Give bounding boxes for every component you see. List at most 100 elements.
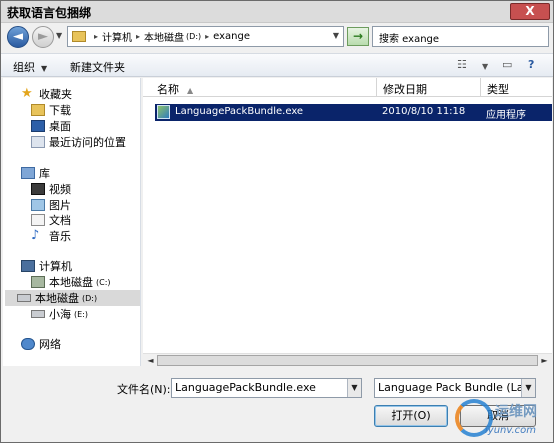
sidebar-item-drive-d[interactable]: 本地磁盘 (D:) xyxy=(5,290,140,306)
file-type-select[interactable]: Language Pack Bundle (Lang ▼ xyxy=(374,378,536,398)
scroll-right-icon[interactable]: ► xyxy=(539,355,550,366)
drive-letter: (C:) xyxy=(96,277,111,287)
file-list: 名称 ▲ 修改日期 类型 LanguagePackBundle.exe 2010/… xyxy=(143,78,552,366)
column-label: 名称 xyxy=(157,83,179,96)
sidebar-item-favorites[interactable]: ★ 收藏夹 xyxy=(21,86,72,102)
computer-icon xyxy=(21,260,35,272)
file-row-selected[interactable]: LanguagePackBundle.exe 2010/8/10 11:18 应… xyxy=(155,104,552,121)
drive-letter: (D:) xyxy=(82,293,98,303)
chevron-down-icon[interactable]: ▼ xyxy=(521,379,535,397)
file-name: LanguagePackBundle.exe xyxy=(175,106,304,117)
window-title: 获取语言包捆绑 xyxy=(7,6,92,20)
horizontal-scrollbar[interactable]: ◄ ► xyxy=(143,353,552,367)
sidebar-item-computer[interactable]: 计算机 xyxy=(21,258,72,274)
sidebar-item-recent-places[interactable]: 最近访问的位置 xyxy=(31,134,126,150)
refresh-button[interactable]: → xyxy=(347,27,369,46)
chevron-down-icon[interactable]: ▼ xyxy=(347,379,361,397)
sidebar-item-label: 桌面 xyxy=(49,120,71,133)
sidebar-item-downloads[interactable]: 下载 xyxy=(31,102,71,118)
sidebar-item-network[interactable]: 网络 xyxy=(21,336,61,352)
new-folder-button[interactable]: 新建文件夹 xyxy=(70,59,125,75)
column-divider[interactable] xyxy=(480,78,481,97)
recent-places-icon xyxy=(31,136,45,148)
breadcrumb-drive-letter[interactable]: (D:) xyxy=(186,32,201,41)
watermark-logo: 运维网 iyunv.com xyxy=(455,397,554,444)
sidebar-item-videos[interactable]: 视频 xyxy=(31,181,71,197)
open-button[interactable]: 打开(O) xyxy=(374,405,448,427)
scroll-left-icon[interactable]: ◄ xyxy=(145,355,156,366)
navigation-pane: ★ 收藏夹 下载 桌面 最近访问的位置 库 视频 图片 文档 ♪ 音乐 计算机 … xyxy=(3,78,141,366)
title-bar[interactable]: 获取语言包捆绑 X xyxy=(1,1,553,23)
breadcrumb-separator[interactable]: ▸ xyxy=(136,32,140,41)
filename-input[interactable]: LanguagePackBundle.exe ▼ xyxy=(171,378,362,398)
star-icon: ★ xyxy=(21,86,33,101)
sidebar-item-label: 计算机 xyxy=(39,260,72,273)
sidebar-item-label: 收藏夹 xyxy=(39,88,72,101)
column-header-name[interactable]: 名称 ▲ xyxy=(157,81,193,97)
document-icon xyxy=(31,214,45,226)
organize-menu-button[interactable]: 组织 ▼ xyxy=(13,59,47,75)
sidebar-item-desktop[interactable]: 桌面 xyxy=(31,118,71,134)
downloads-folder-icon xyxy=(31,104,45,116)
sidebar-item-documents[interactable]: 文档 xyxy=(31,212,71,228)
sidebar-item-label: 图片 xyxy=(49,199,71,212)
sidebar-item-label: 本地磁盘 xyxy=(49,276,93,289)
command-toolbar: 组织 ▼ 新建文件夹 ☷ ▼ ▭ ? xyxy=(1,53,553,77)
close-button[interactable]: X xyxy=(510,3,550,20)
sort-ascending-icon: ▲ xyxy=(187,86,194,95)
file-type: 应用程序 xyxy=(486,110,526,121)
sidebar-item-drive-e[interactable]: 小海 (E:) xyxy=(31,306,88,322)
address-bar[interactable]: ▸ 计算机 ▸ 本地磁盘 (D:) ▸ exange ▼ xyxy=(67,26,344,47)
drive-letter: (E:) xyxy=(74,309,88,319)
sidebar-item-label: 库 xyxy=(39,167,50,180)
breadcrumb-separator[interactable]: ▸ xyxy=(94,32,98,41)
breadcrumb-local-disk[interactable]: 本地磁盘 xyxy=(144,29,184,44)
filename-label: 文件名(N): xyxy=(117,383,171,396)
chevron-down-icon: ▼ xyxy=(41,64,48,73)
column-header-row: 名称 ▲ 修改日期 类型 xyxy=(143,78,552,97)
navigation-bar: ◄ ► ▼ ▸ 计算机 ▸ 本地磁盘 (D:) ▸ exange ▼ → 搜索 … xyxy=(1,24,553,63)
sidebar-item-label: 本地磁盘 xyxy=(35,292,79,305)
file-type-value: Language Pack Bundle (Lang xyxy=(378,381,536,394)
sidebar-item-pictures[interactable]: 图片 xyxy=(31,197,71,213)
organize-label: 组织 xyxy=(13,61,35,74)
file-open-dialog: 获取语言包捆绑 X ◄ ► ▼ ▸ 计算机 ▸ 本地磁盘 (D:) ▸ exan… xyxy=(0,0,554,443)
column-header-modified[interactable]: 修改日期 xyxy=(383,81,427,97)
preview-pane-icon[interactable]: ▭ xyxy=(502,58,512,71)
filename-value: LanguagePackBundle.exe xyxy=(175,381,316,394)
scrollbar-thumb[interactable] xyxy=(157,355,538,366)
sidebar-item-label: 网络 xyxy=(39,338,61,351)
view-options-icon[interactable]: ☷ xyxy=(457,58,467,71)
executable-icon xyxy=(157,105,170,119)
system-drive-icon xyxy=(31,276,45,288)
sidebar-item-label: 下载 xyxy=(49,104,71,117)
drive-icon xyxy=(31,310,45,318)
network-icon xyxy=(21,338,35,350)
column-divider[interactable] xyxy=(376,78,377,97)
breadcrumb-computer[interactable]: 计算机 xyxy=(102,29,132,44)
watermark-url: iyunv.com xyxy=(485,425,537,436)
sidebar-item-label: 小海 xyxy=(49,308,71,321)
library-icon xyxy=(21,167,35,179)
column-header-type[interactable]: 类型 xyxy=(487,81,509,97)
picture-icon xyxy=(31,199,45,211)
sidebar-item-label: 文档 xyxy=(49,214,71,227)
breadcrumb-exange[interactable]: exange xyxy=(213,31,250,42)
sidebar-item-music[interactable]: ♪ 音乐 xyxy=(31,228,71,244)
drive-icon xyxy=(17,294,31,302)
forward-button[interactable]: ► xyxy=(32,26,54,48)
sidebar-item-drive-c[interactable]: 本地磁盘 (C:) xyxy=(31,274,111,290)
sidebar-item-libraries[interactable]: 库 xyxy=(21,165,50,181)
desktop-icon xyxy=(31,120,45,132)
chevron-down-icon[interactable]: ▼ xyxy=(482,62,488,71)
folder-icon xyxy=(72,31,86,42)
address-dropdown-icon[interactable]: ▼ xyxy=(333,31,339,40)
back-button[interactable]: ◄ xyxy=(7,26,29,48)
watermark-brand: 运维网 xyxy=(495,404,537,420)
recent-pages-dropdown-icon[interactable]: ▼ xyxy=(56,31,62,40)
search-input[interactable]: 搜索 exange xyxy=(372,26,549,47)
breadcrumb-separator[interactable]: ▸ xyxy=(205,32,209,41)
file-modified: 2010/8/10 11:18 xyxy=(382,106,466,117)
help-icon[interactable]: ? xyxy=(528,58,534,71)
video-icon xyxy=(31,183,45,195)
